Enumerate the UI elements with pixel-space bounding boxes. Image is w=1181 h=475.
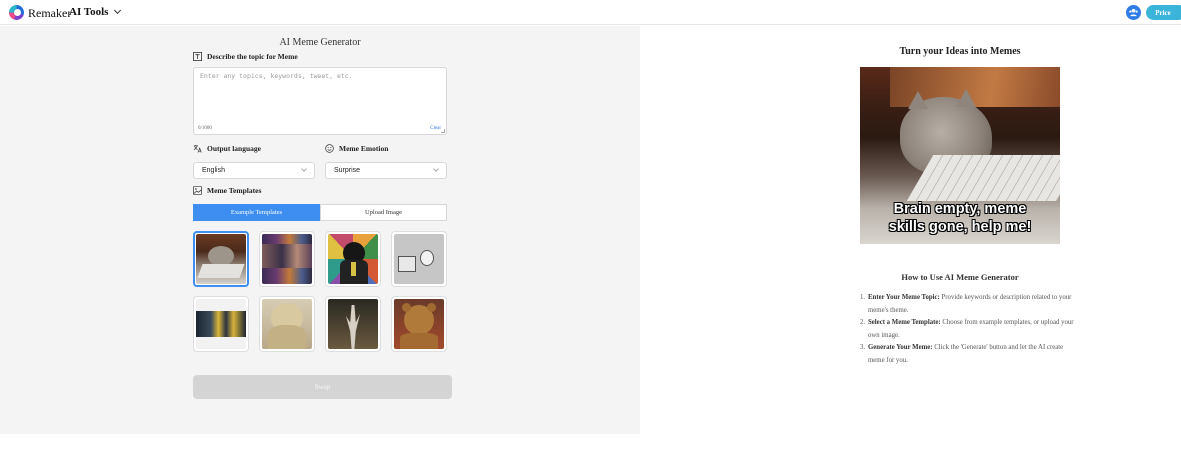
- templates-label: Meme Templates: [207, 186, 262, 195]
- howto-step: 3. Generate Your Meme: Click the 'Generat…: [860, 344, 1064, 364]
- page-title: AI Meme Generator: [279, 37, 361, 48]
- howto-step: 2. Select a Meme Template: Choose from ex…: [860, 319, 1074, 339]
- template-thumb-crowd[interactable]: [259, 231, 315, 287]
- tab-example-templates[interactable]: Example Templates: [193, 204, 320, 221]
- generator-panel: AI Meme Generator Describe the topic for…: [0, 26, 640, 434]
- language-value: English: [202, 167, 225, 174]
- preview-title: Turn your Ideas into Memes: [899, 46, 1021, 57]
- topic-label: Describe the topic for Meme: [207, 52, 298, 61]
- price-button[interactable]: Price: [1146, 5, 1181, 20]
- template-thumb-business-cat[interactable]: [325, 231, 381, 287]
- topic-section-label: Describe the topic for Meme: [193, 52, 298, 61]
- tab-upload-image[interactable]: Upload Image: [320, 204, 447, 221]
- emotion-value: Surprise: [334, 167, 361, 174]
- top-navbar: Remaker AI Tools Price: [0, 0, 1181, 25]
- templates-section-label: Meme Templates: [193, 186, 261, 195]
- template-thumb-computer-guy[interactable]: [391, 231, 447, 287]
- language-select[interactable]: English: [193, 162, 315, 179]
- char-counter: 0/1000: [198, 126, 212, 131]
- topic-input-box: 0/1000 Clear: [193, 67, 447, 135]
- image-icon: [193, 186, 202, 195]
- language-label: Output language: [207, 144, 261, 153]
- language-section-label: Output language: [193, 144, 261, 153]
- ai-tools-label: AI Tools: [69, 6, 109, 18]
- howto-step-title: Enter Your Meme Topic:: [868, 294, 940, 301]
- translate-icon: [193, 144, 202, 153]
- topic-input[interactable]: [200, 72, 442, 120]
- emotion-label: Meme Emotion: [339, 144, 389, 153]
- ai-tools-menu[interactable]: AI Tools: [69, 6, 122, 18]
- chevron-down-icon: [433, 166, 439, 172]
- template-tabs: Example Templates Upload Image: [193, 204, 447, 221]
- chevron-down-icon: [114, 6, 122, 15]
- smile-icon: [325, 144, 334, 153]
- remaker-logo-icon[interactable]: [9, 5, 24, 20]
- user-group-icon[interactable]: [1126, 5, 1141, 20]
- brand-name[interactable]: Remaker: [28, 6, 71, 21]
- howto-step: 1. Enter Your Meme Topic: Provide keyword…: [860, 294, 1072, 314]
- template-thumb-minions[interactable]: [193, 296, 249, 352]
- howto-step-title: Select a Meme Template:: [868, 319, 941, 326]
- template-thumb-sleepy-kitten[interactable]: [193, 231, 249, 287]
- template-thumb-bear[interactable]: [259, 296, 315, 352]
- template-thumb-teddy[interactable]: [391, 296, 447, 352]
- meme-caption-line-1: Brain empty, meme: [893, 201, 1027, 217]
- chevron-down-icon: [301, 166, 307, 172]
- howto-steps: 1. Enter Your Meme Topic: Provide keyword…: [860, 292, 1075, 367]
- clear-button[interactable]: Clear: [430, 126, 441, 131]
- template-thumb-tree[interactable]: [325, 296, 381, 352]
- howto-title: How to Use AI Meme Generator: [901, 272, 1019, 282]
- howto-step-title: Generate Your Meme:: [868, 344, 933, 351]
- emotion-section-label: Meme Emotion: [325, 144, 388, 153]
- meme-preview-image: Brain empty, meme skills gone, help me!: [860, 67, 1060, 244]
- resize-handle[interactable]: [441, 129, 445, 133]
- meme-caption-line-2: skills gone, help me!: [888, 219, 1032, 235]
- text-icon: [193, 52, 202, 61]
- emotion-select[interactable]: Surprise: [325, 162, 447, 179]
- swap-button[interactable]: Swap: [193, 375, 452, 399]
